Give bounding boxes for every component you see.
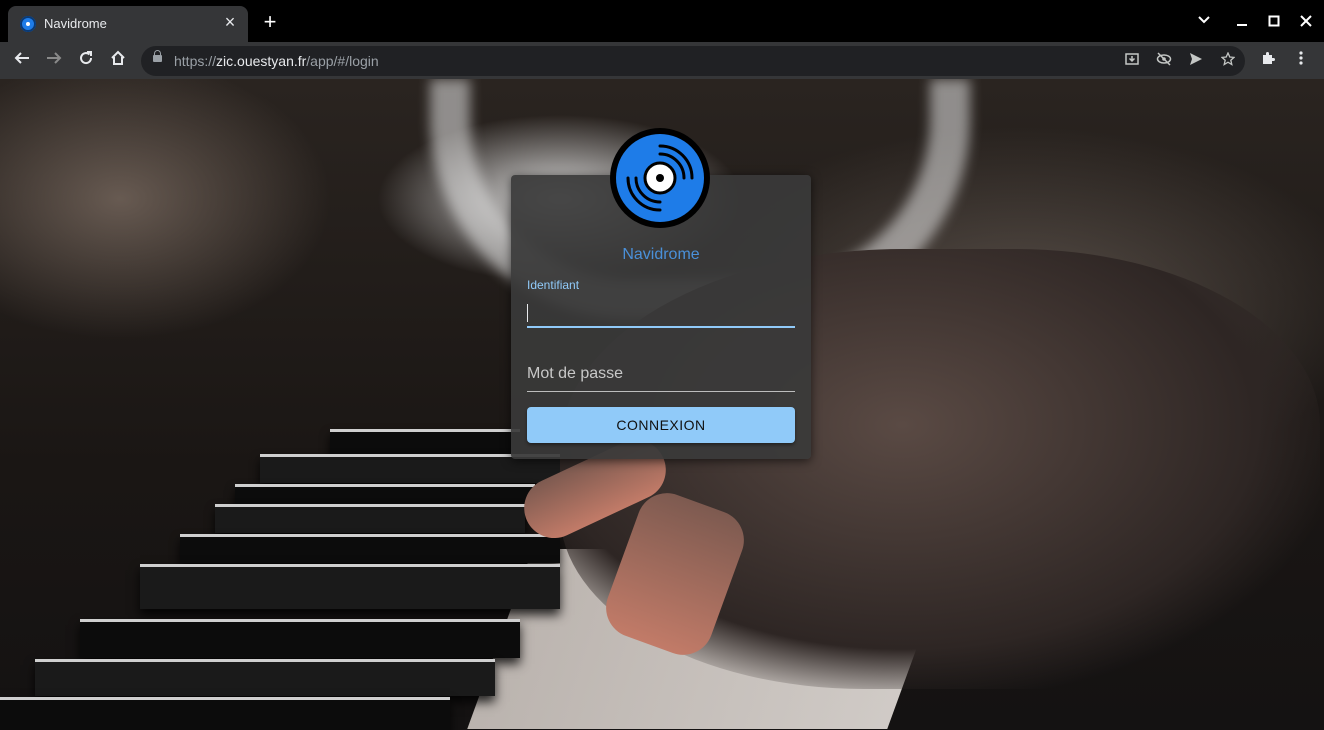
navidrome-favicon-icon xyxy=(20,16,36,32)
reload-icon[interactable] xyxy=(72,46,100,74)
piano-key xyxy=(180,534,560,563)
url-text: https://zic.ouestyan.fr/app/#/login xyxy=(174,53,379,69)
tab-strip: Navidrome × + xyxy=(0,0,1324,42)
browser-window: Navidrome × + https://zic.ouestyan.fr/ap… xyxy=(0,0,1324,730)
text-caret xyxy=(527,304,528,322)
piano-key xyxy=(215,504,525,533)
url-host: zic.ouestyan.fr xyxy=(216,53,307,69)
username-input[interactable] xyxy=(527,302,795,328)
login-button[interactable]: CONNEXION xyxy=(527,407,795,443)
piano-key xyxy=(140,564,560,609)
piano-key xyxy=(80,619,520,658)
piano-key xyxy=(35,659,495,696)
tab-navidrome[interactable]: Navidrome × xyxy=(8,6,248,42)
tab-title: Navidrome xyxy=(44,16,107,31)
lock-icon[interactable] xyxy=(153,50,162,62)
forward-icon[interactable] xyxy=(40,46,68,74)
puzzle-icon[interactable] xyxy=(1254,46,1282,74)
tab-close-icon[interactable]: × xyxy=(220,12,240,32)
menu-icon[interactable] xyxy=(1287,46,1315,74)
send-icon[interactable] xyxy=(1185,50,1207,72)
piano-key xyxy=(0,697,450,730)
app-name: Navidrome xyxy=(622,246,700,263)
star-icon[interactable] xyxy=(1217,50,1239,72)
install-icon[interactable] xyxy=(1121,50,1143,72)
browser-toolbar: https://zic.ouestyan.fr/app/#/login xyxy=(0,42,1324,79)
url-scheme: https:// xyxy=(174,53,217,69)
username-field[interactable]: Identifiant xyxy=(527,278,795,328)
maximize-icon[interactable] xyxy=(1260,8,1288,36)
minimize-icon[interactable] xyxy=(1228,8,1256,36)
navidrome-logo-icon xyxy=(610,128,710,228)
password-underline xyxy=(527,391,795,392)
url-path: /app/#/login xyxy=(306,53,379,69)
password-placeholder: Mot de passe xyxy=(527,365,624,382)
password-field[interactable]: Mot de passe xyxy=(527,365,795,395)
address-bar[interactable]: https://zic.ouestyan.fr/app/#/login xyxy=(141,46,1245,76)
new-tab-icon[interactable]: + xyxy=(258,10,282,34)
back-icon[interactable] xyxy=(8,46,36,74)
eye-off-icon[interactable] xyxy=(1153,50,1175,72)
close-icon[interactable] xyxy=(1292,8,1320,36)
username-label: Identifiant xyxy=(527,278,580,292)
tab-search-icon[interactable] xyxy=(1190,8,1218,36)
home-icon[interactable] xyxy=(104,46,132,74)
